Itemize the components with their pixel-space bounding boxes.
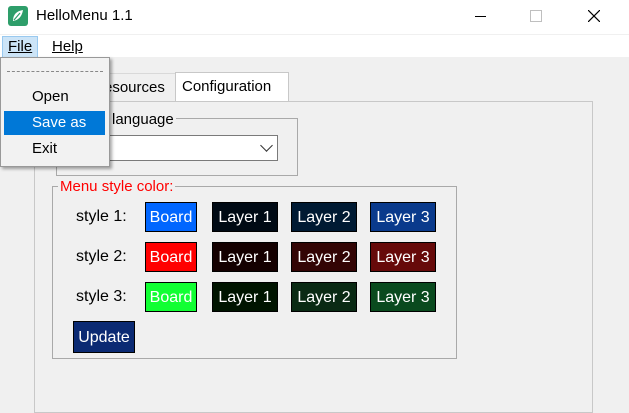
style-2-layer2-button[interactable]: Layer 2	[291, 242, 357, 272]
menu-item-open[interactable]: Open	[4, 85, 105, 109]
leaf-app-icon	[8, 6, 28, 26]
style-3-layer1-button[interactable]: Layer 1	[212, 282, 278, 312]
style-3-layer3-button[interactable]: Layer 3	[370, 282, 436, 312]
tearoff-separator[interactable]	[7, 71, 103, 72]
style-1-layer3-button[interactable]: Layer 3	[370, 202, 436, 232]
style-1-layer1-button[interactable]: Layer 1	[212, 202, 278, 232]
menu-bar: File Help	[0, 35, 629, 58]
style-1-label: style 1:	[76, 208, 127, 225]
menu-item-exit[interactable]: Exit	[4, 137, 105, 161]
close-icon	[588, 10, 600, 22]
menu-help[interactable]: Help	[47, 37, 88, 57]
style-1-layer2-button[interactable]: Layer 2	[291, 202, 357, 232]
style-2-layer1-button[interactable]: Layer 1	[212, 242, 278, 272]
minimize-button[interactable]	[452, 0, 508, 32]
maximize-icon	[530, 10, 542, 22]
style-1-board-button[interactable]: Board	[145, 202, 197, 232]
style-2-layer3-button[interactable]: Layer 3	[370, 242, 436, 272]
window-title: HelloMenu 1.1	[36, 7, 133, 24]
style-3-layer2-button[interactable]: Layer 2	[291, 282, 357, 312]
file-dropdown-menu: Open Save as Exit	[0, 57, 110, 167]
style-3-board-button[interactable]: Board	[145, 282, 197, 312]
title-bar: HelloMenu 1.1	[0, 0, 629, 34]
tab-configuration[interactable]: Configuration	[175, 72, 289, 103]
minimize-icon	[474, 15, 486, 17]
maximize-button[interactable]	[508, 0, 564, 32]
style-2-label: style 2:	[76, 248, 127, 265]
close-button[interactable]	[566, 0, 622, 32]
chevron-down-icon[interactable]	[260, 139, 273, 152]
update-button[interactable]: Update	[73, 321, 135, 353]
menu-item-save-as[interactable]: Save as	[4, 111, 105, 135]
style-color-group-label: Menu style color:	[58, 178, 176, 195]
style-3-label: style 3:	[76, 288, 127, 305]
language-group-label: language	[110, 111, 176, 128]
menu-file[interactable]: File	[2, 36, 39, 58]
style-2-board-button[interactable]: Board	[145, 242, 197, 272]
